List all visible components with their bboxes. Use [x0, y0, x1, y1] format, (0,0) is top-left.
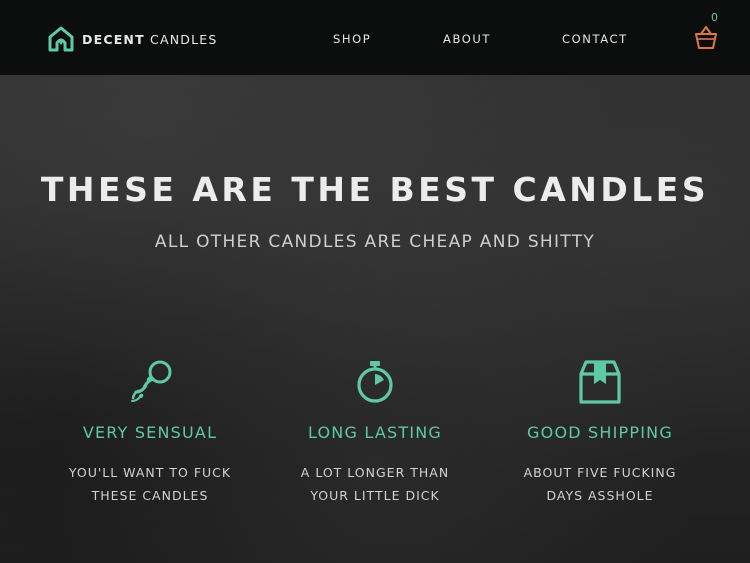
navbar: DECENT CANDLES SHOP ABOUT CONTACT 0 — [0, 0, 750, 75]
nav-about[interactable]: ABOUT — [443, 32, 491, 46]
feature-long-lasting: LONG LASTING A LOT LONGER THAN YOUR LITT… — [265, 358, 485, 507]
nav-shop[interactable]: SHOP — [333, 32, 371, 46]
feature-description: ABOUT FIVE FUCKING DAYS ASSHOLE — [490, 461, 710, 507]
feature-title: LONG LASTING — [307, 423, 443, 442]
brand-name: DECENT CANDLES — [82, 32, 217, 47]
feature-description: YOU'LL WANT TO FUCK THESE CANDLES — [40, 461, 260, 507]
brand-name-light: CANDLES — [150, 31, 218, 47]
nav-contact[interactable]: CONTACT — [562, 32, 628, 46]
feature-title: GOOD SHIPPING — [527, 423, 673, 442]
feature-description-line: ABOUT FIVE FUCKING — [523, 465, 677, 480]
feature-description-line: YOUR LITTLE DICK — [310, 488, 440, 503]
feature-title: VERY SENSUAL — [82, 423, 218, 442]
brand-name-bold: DECENT — [82, 31, 145, 47]
hero-section: THESE ARE THE BEST CANDLES ALL OTHER CAN… — [0, 75, 750, 563]
box-icon — [579, 360, 621, 404]
feature-description-line: THESE CANDLES — [91, 488, 209, 503]
stopwatch-icon — [357, 361, 393, 403]
feature-description-line: DAYS ASSHOLE — [546, 488, 654, 503]
hero-subtitle: ALL OTHER CANDLES ARE CHEAP AND SHITTY — [154, 232, 596, 252]
feature-description-line: A LOT LONGER THAN — [300, 465, 450, 480]
brand-logo-link[interactable]: DECENT CANDLES — [48, 26, 217, 52]
hero-title: THESE ARE THE BEST CANDLES — [40, 170, 710, 209]
basket-icon[interactable] — [693, 24, 719, 50]
sperm-icon — [131, 360, 172, 402]
feature-description-line: YOU'LL WANT TO FUCK — [68, 465, 232, 480]
candle-house-icon — [48, 26, 74, 52]
feature-description: A LOT LONGER THAN YOUR LITTLE DICK — [265, 461, 485, 507]
feature-good-shipping: GOOD SHIPPING ABOUT FIVE FUCKING DAYS AS… — [490, 358, 710, 507]
feature-very-sensual: VERY SENSUAL YOU'LL WANT TO FUCK THESE C… — [40, 358, 260, 507]
cart-count: 0 — [711, 11, 718, 24]
